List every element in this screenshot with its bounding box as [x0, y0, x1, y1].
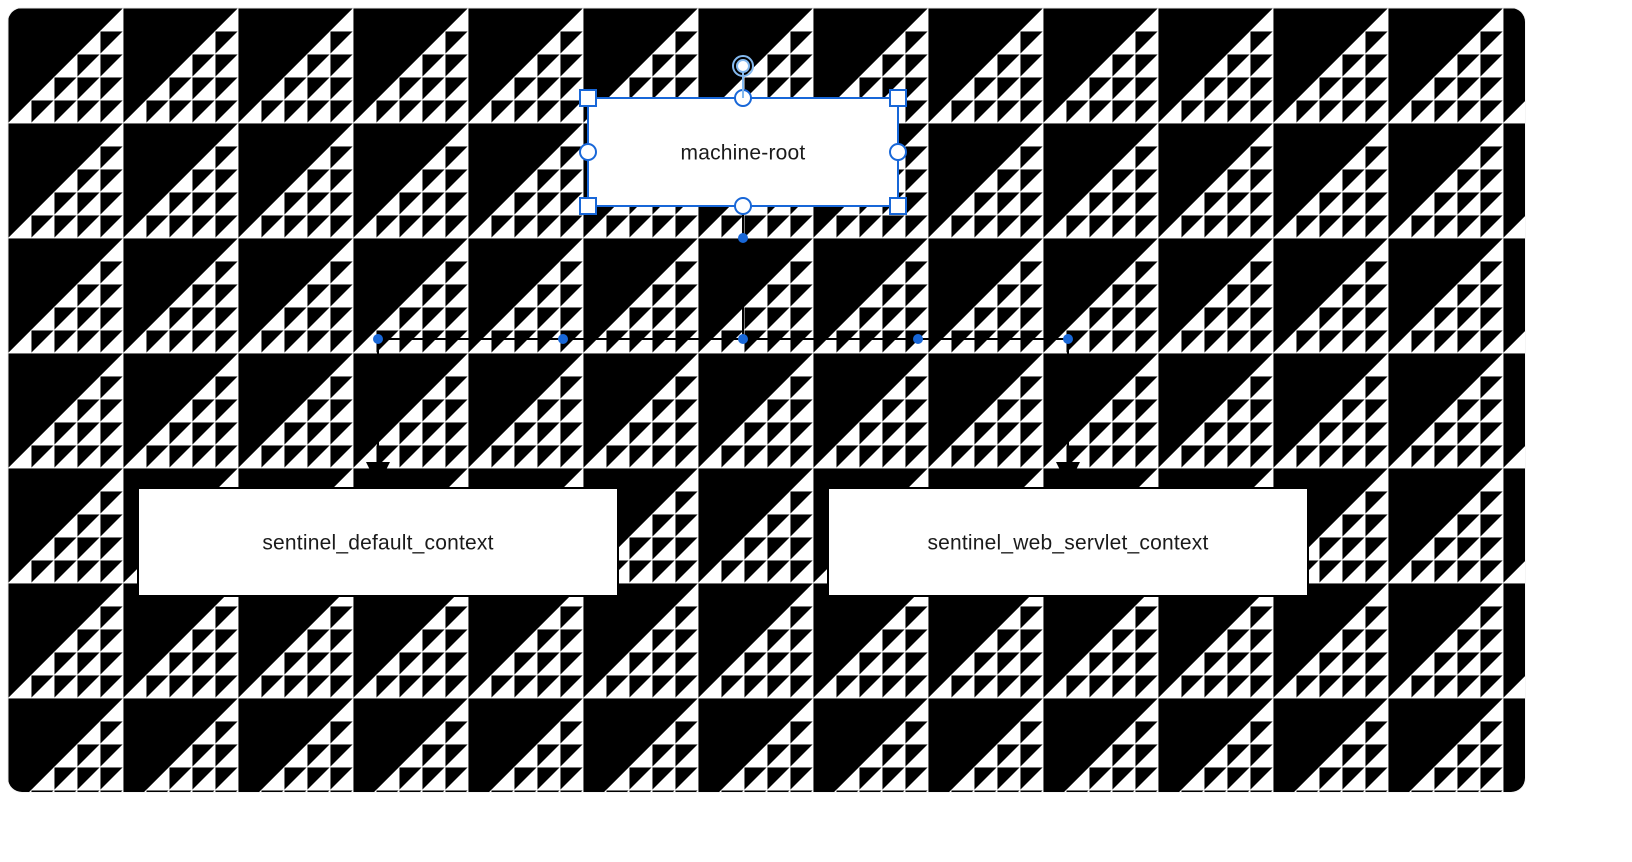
diagram-canvas[interactable]: sentinel_default_context sentinel_web_se…: [8, 8, 1525, 792]
port-e[interactable]: [890, 144, 906, 160]
rotation-handle[interactable]: [733, 56, 753, 98]
node-sentinel-web-servlet-context[interactable]: sentinel_web_servlet_context: [828, 488, 1308, 596]
resize-handle-nw[interactable]: [580, 90, 596, 106]
port-s[interactable]: [735, 198, 751, 214]
node-label: sentinel_web_servlet_context: [927, 532, 1208, 555]
resize-handle-se[interactable]: [890, 198, 906, 214]
node-label: machine-root: [681, 142, 806, 165]
node-label: sentinel_default_context: [262, 532, 493, 555]
connector-waypoints[interactable]: [373, 233, 1073, 344]
resize-handle-ne[interactable]: [890, 90, 906, 106]
node-machine-root[interactable]: machine-root: [580, 56, 906, 214]
connector-group[interactable]: [378, 206, 1068, 484]
node-sentinel-default-context[interactable]: sentinel_default_context: [138, 488, 618, 596]
port-w[interactable]: [580, 144, 596, 160]
resize-handle-sw[interactable]: [580, 198, 596, 214]
